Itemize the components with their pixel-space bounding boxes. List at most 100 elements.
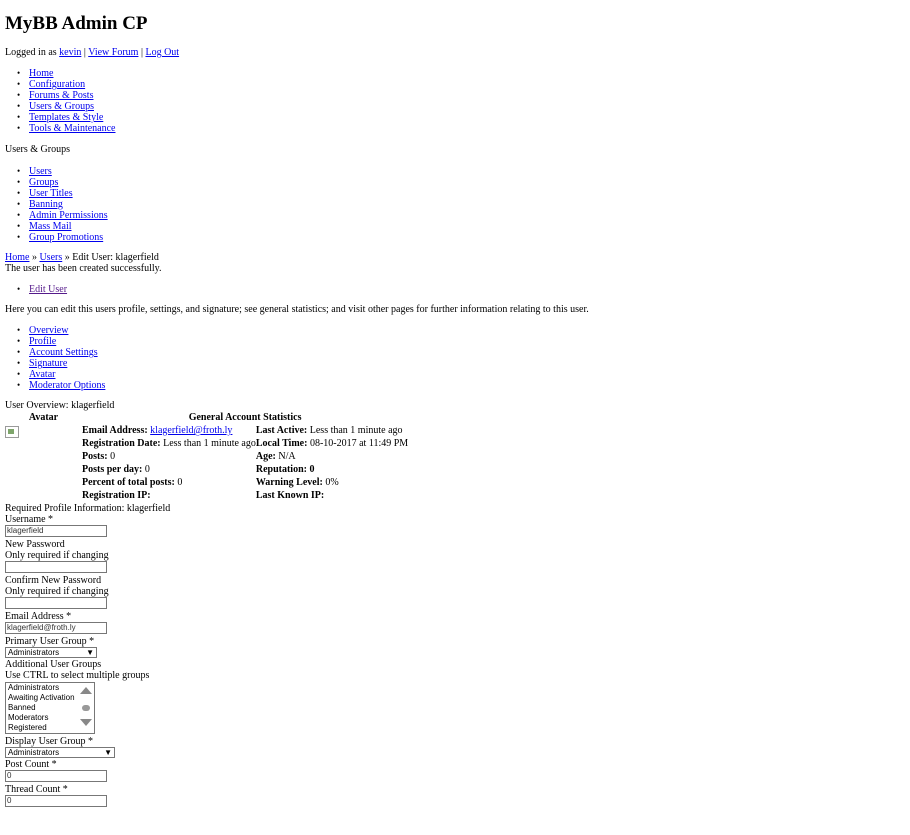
- stat-registration-date: Registration Date: Less than 1 minute ag…: [82, 438, 256, 449]
- separator: |: [140, 47, 143, 58]
- section-link-users[interactable]: Users: [29, 166, 52, 177]
- stats-column-header: General Account Statistics: [188, 412, 302, 423]
- tab-list: Overview Profile Account Settings Signat…: [5, 325, 905, 391]
- tab-item: Profile: [5, 336, 905, 347]
- main-menu-item-configuration: Configuration: [5, 79, 905, 90]
- main-menu: Home Configuration Forums & Posts Users …: [5, 68, 905, 134]
- section-link-groups[interactable]: Groups: [29, 177, 58, 188]
- broken-image-icon: [5, 426, 19, 438]
- tab-item: Overview: [5, 325, 905, 336]
- success-message: The user has been created successfully.: [5, 263, 162, 274]
- chevron-down-icon: ▼: [86, 648, 94, 657]
- display-group-select[interactable]: Administrators ▼: [5, 747, 115, 758]
- new-password-description: Only required if changing: [5, 550, 109, 561]
- main-menu-link-home[interactable]: Home: [29, 68, 53, 79]
- main-menu-link-templates[interactable]: Templates & Style: [29, 112, 103, 123]
- scroll-down-icon[interactable]: [80, 719, 92, 726]
- tab-account-settings[interactable]: Account Settings: [29, 347, 98, 358]
- section-menu: Users Groups User Titles Banning Admin P…: [5, 166, 905, 243]
- user-link[interactable]: kevin: [59, 47, 81, 58]
- avatar-column-header: Avatar: [28, 412, 59, 423]
- stat-age: Age: N/A: [255, 451, 296, 462]
- additional-groups-description: Use CTRL to select multiple groups: [5, 670, 150, 681]
- confirm-password-input[interactable]: [5, 597, 107, 609]
- additional-groups-label: Additional User Groups: [5, 659, 102, 670]
- stat-reputation: Reputation: 0: [255, 464, 315, 475]
- scroll-up-icon[interactable]: [80, 687, 92, 694]
- page-description: Here you can edit this users profile, se…: [5, 304, 589, 315]
- section-menu-item: Group Promotions: [5, 232, 905, 243]
- section-menu-item: Mass Mail: [5, 221, 905, 232]
- primary-group-label: Primary User Group *: [5, 636, 95, 647]
- tab-avatar[interactable]: Avatar: [29, 369, 55, 380]
- stat-posts-per-day: Posts per day: 0: [82, 464, 150, 475]
- new-password-input[interactable]: [5, 561, 107, 573]
- primary-group-value: Administrators: [8, 648, 60, 657]
- listbox-scrollbar[interactable]: [79, 685, 93, 731]
- edit-menu-item: Edit User: [5, 284, 905, 295]
- tab-item: Account Settings: [5, 347, 905, 358]
- primary-group-select[interactable]: Administrators ▼: [5, 647, 97, 658]
- stat-email: Email Address: klagerfield@froth.ly: [82, 425, 233, 436]
- user-email-link[interactable]: klagerfield@froth.ly: [150, 425, 232, 436]
- stat-last-active: Last Active: Less than 1 minute ago: [255, 425, 403, 436]
- main-menu-item-templates: Templates & Style: [5, 112, 905, 123]
- stat-warning-level: Warning Level: 0%: [255, 477, 339, 488]
- log-out-link[interactable]: Log Out: [145, 47, 179, 58]
- main-menu-link-forums[interactable]: Forums & Posts: [29, 90, 93, 101]
- section-title: Users & Groups: [5, 144, 70, 155]
- section-link-user-titles[interactable]: User Titles: [29, 188, 73, 199]
- section-link-admin-permissions[interactable]: Admin Permissions: [29, 210, 108, 221]
- section-link-banning[interactable]: Banning: [29, 199, 63, 210]
- new-password-label: New Password: [5, 539, 65, 550]
- logged-in-prefix: Logged in as: [5, 47, 57, 58]
- tab-moderator-options[interactable]: Moderator Options: [29, 380, 105, 391]
- chevron-down-icon: ▼: [104, 748, 112, 757]
- tab-signature[interactable]: Signature: [29, 358, 67, 369]
- main-menu-link-users[interactable]: Users & Groups: [29, 101, 94, 112]
- confirm-password-description: Only required if changing: [5, 586, 109, 597]
- main-menu-item-home: Home: [5, 68, 905, 79]
- breadcrumb: Home » Users » Edit User: klagerfield: [5, 252, 905, 263]
- breadcrumb-current: Edit User: klagerfield: [72, 252, 159, 263]
- breadcrumb-separator: »: [64, 252, 70, 263]
- tab-item: Avatar: [5, 369, 905, 380]
- scroll-thumb[interactable]: [82, 705, 90, 711]
- section-menu-item: Users: [5, 166, 905, 177]
- email-label: Email Address *: [5, 611, 72, 622]
- section-menu-item: Groups: [5, 177, 905, 188]
- main-menu-link-configuration[interactable]: Configuration: [29, 79, 85, 90]
- breadcrumb-users[interactable]: Users: [39, 252, 62, 263]
- username-input[interactable]: [5, 525, 107, 537]
- section-link-mass-mail[interactable]: Mass Mail: [29, 221, 72, 232]
- tab-item: Signature: [5, 358, 905, 369]
- post-count-input[interactable]: [5, 770, 107, 782]
- separator: |: [83, 47, 86, 58]
- username-label: Username *: [5, 514, 54, 525]
- confirm-password-label: Confirm New Password: [5, 575, 102, 586]
- breadcrumb-separator: »: [31, 252, 37, 263]
- additional-groups-listbox[interactable]: Administrators Awaiting Activation Banne…: [5, 682, 95, 734]
- section-menu-item: Admin Permissions: [5, 210, 905, 221]
- stat-last-known-ip: Last Known IP:: [255, 490, 325, 501]
- breadcrumb-home[interactable]: Home: [5, 252, 29, 263]
- stat-percent-posts: Percent of total posts: 0: [82, 477, 183, 488]
- view-forum-link[interactable]: View Forum: [88, 47, 138, 58]
- page-title: MyBB Admin CP: [5, 13, 148, 34]
- main-menu-link-tools[interactable]: Tools & Maintenance: [29, 123, 116, 134]
- edit-user-link[interactable]: Edit User: [29, 284, 67, 295]
- main-menu-item-forums: Forums & Posts: [5, 90, 905, 101]
- logged-in-bar: Logged in as kevin | View Forum | Log Ou…: [5, 47, 905, 58]
- overview-table: Avatar General Account Statistics Email …: [5, 412, 408, 503]
- main-menu-item-users: Users & Groups: [5, 101, 905, 112]
- display-group-label: Display User Group *: [5, 736, 94, 747]
- profile-section-title: Required Profile Information: klagerfiel…: [5, 503, 171, 514]
- tab-overview[interactable]: Overview: [29, 325, 68, 336]
- section-link-group-promotions[interactable]: Group Promotions: [29, 232, 103, 243]
- tab-profile[interactable]: Profile: [29, 336, 56, 347]
- main-menu-item-tools: Tools & Maintenance: [5, 123, 905, 134]
- thread-count-input[interactable]: [5, 795, 107, 807]
- tab-item: Moderator Options: [5, 380, 905, 391]
- post-count-label: Post Count *: [5, 759, 57, 770]
- email-input[interactable]: [5, 622, 107, 634]
